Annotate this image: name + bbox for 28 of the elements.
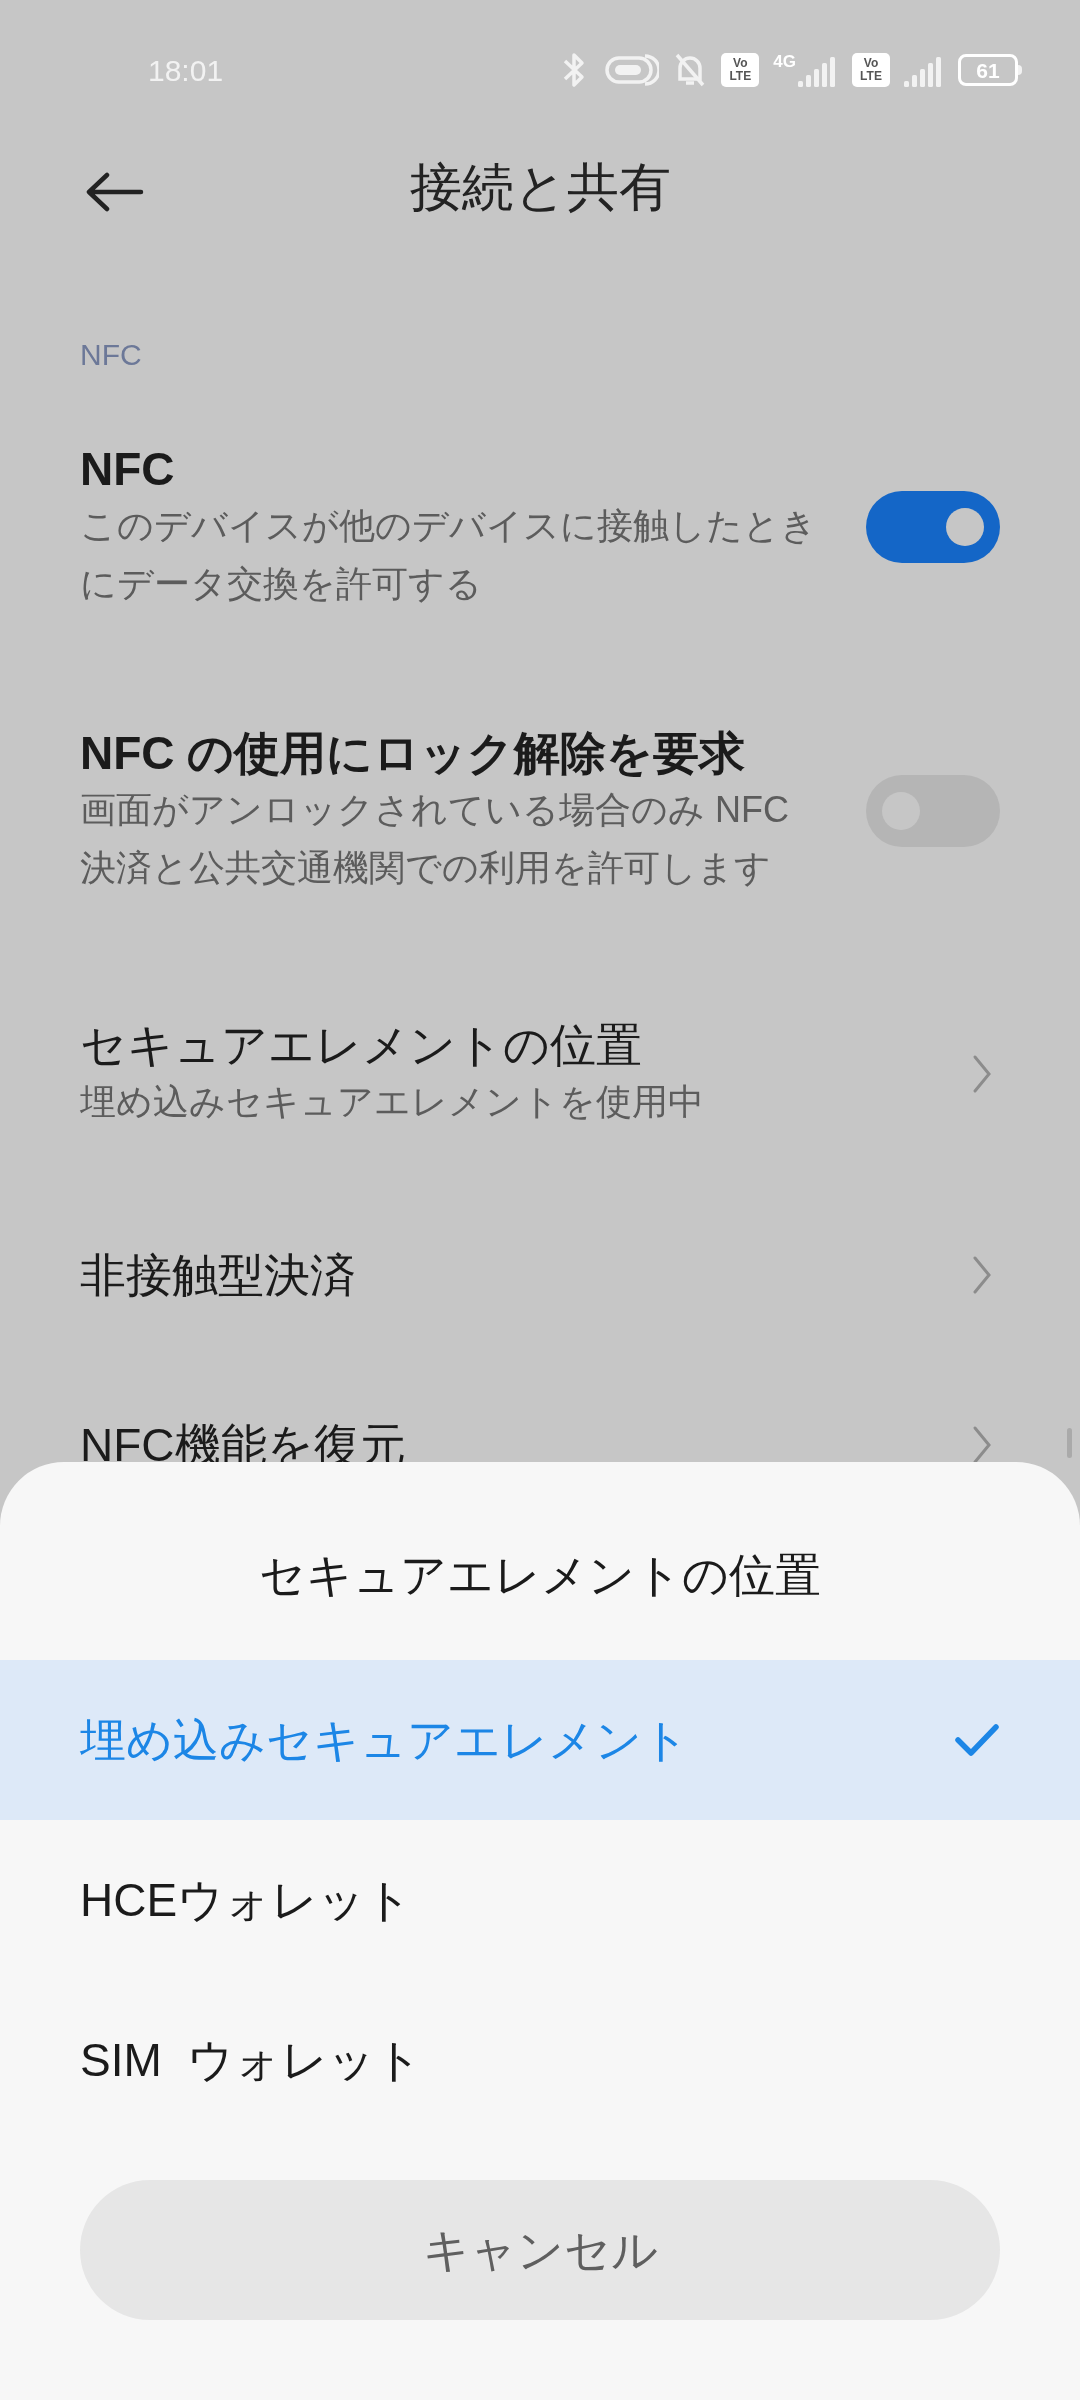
chevron-right-icon xyxy=(972,1425,992,1465)
setting-title: セキュアエレメントの位置 xyxy=(80,1018,643,1073)
option-item[interactable]: SIM ウォレット xyxy=(0,1980,1080,2140)
back-arrow-icon xyxy=(85,172,145,212)
page-title: 接続と共有 xyxy=(408,157,672,218)
setting-title: NFC xyxy=(80,442,176,497)
settings-row[interactable]: NFC このデバイスが他のデバイスに接触したときにデータ交換を許可する xyxy=(80,377,1000,653)
setting-description: 画面がアンロックされている場合のみ NFC 決済と公共交通機関での利用を許可します xyxy=(80,788,790,890)
sheet-title: セキュアエレメントの位置 xyxy=(258,1547,822,1603)
volte-badge: Vo LTE xyxy=(721,53,760,87)
option-item[interactable]: HCEウォレット xyxy=(0,1820,1080,1980)
setting-description: 埋め込みセキュアエレメントを使用中 xyxy=(80,1080,705,1124)
link-icon xyxy=(605,53,660,87)
scrollbar-icon xyxy=(1067,1428,1072,1458)
battery-level: 61 xyxy=(976,59,1000,81)
settings-row[interactable]: セキュアエレメントの位置 埋め込みセキュアエレメントを使用中 xyxy=(80,937,1000,1171)
network-type-label: 4G xyxy=(773,53,796,70)
settings-row[interactable]: NFC の使用にロック解除を要求 画面がアンロックされている場合のみ NFC 決済と公共交通機関での利用を許可します xyxy=(80,653,1000,937)
setting-title: NFC の使用にロック解除を要求 xyxy=(80,726,747,781)
check-icon xyxy=(954,1722,1000,1758)
section-label: NFC xyxy=(80,337,143,373)
chevron-right-icon xyxy=(972,1255,992,1295)
setting-title: 非接触型決済 xyxy=(80,1248,357,1303)
volte-badge: Vo LTE xyxy=(852,53,890,87)
chevron-right-icon xyxy=(972,1054,992,1094)
cancel-button[interactable]: キャンセル xyxy=(80,2180,1000,2320)
settings-row[interactable]: 非接触型決済 xyxy=(80,1171,1000,1343)
setting-description: このデバイスが他のデバイスに接触したときにデータ交換を許可する xyxy=(80,504,818,606)
